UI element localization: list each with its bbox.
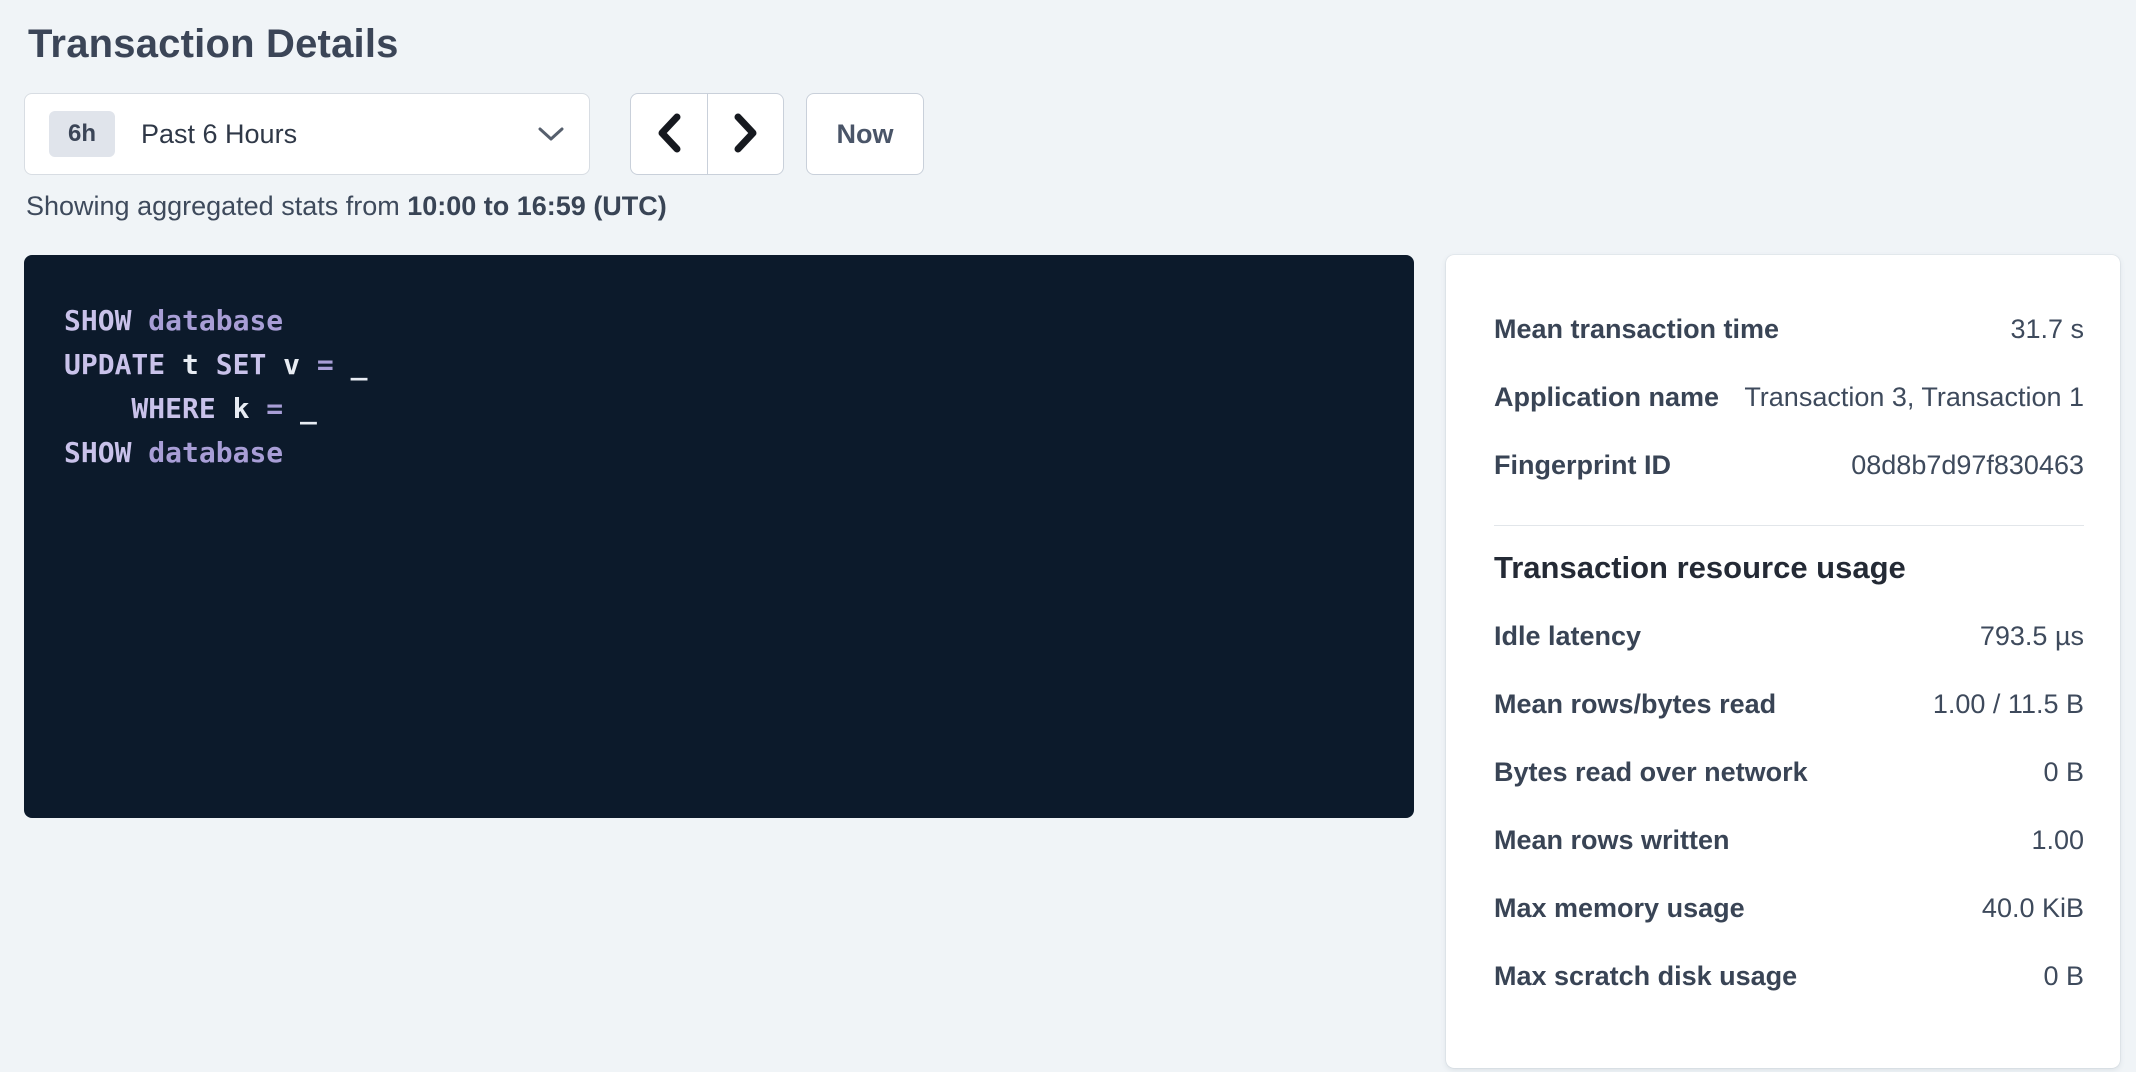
sql-line: UPDATE t SET v = _: [64, 348, 367, 381]
subtitle-time-range: 10:00 to 16:59 (UTC): [407, 191, 667, 221]
page-title: Transaction Details: [28, 22, 2118, 67]
summary-row: Max memory usage 40.0 KiB: [1494, 874, 2084, 942]
summary-row: Max scratch disk usage 0 B: [1494, 942, 2084, 1010]
sql-token: SET: [216, 348, 283, 381]
subtitle-prefix: Showing aggregated stats from: [26, 191, 407, 221]
summary-row: Idle latency 793.5 µs: [1494, 602, 2084, 670]
sql-line: SHOW database: [64, 304, 283, 337]
summary-row: Fingerprint ID 08d8b7d97f830463: [1494, 431, 2084, 499]
time-picker-row: 6h Past 6 Hours: [24, 93, 2118, 175]
time-range-label: Past 6 Hours: [141, 119, 537, 150]
summary-row-value: 31.7 s: [2010, 314, 2084, 345]
sql-token: database: [148, 436, 283, 469]
previous-timeframe-button[interactable]: [630, 93, 707, 175]
summary-row-value: 40.0 KiB: [1982, 893, 2084, 924]
sql-token: database: [148, 304, 283, 337]
transaction-details-page: Transaction Details 6h Past 6 Hours: [0, 0, 2136, 1068]
sql-token: _: [351, 348, 368, 381]
sql-token: SHOW: [64, 436, 148, 469]
summary-row-label: Fingerprint ID: [1494, 450, 1671, 481]
summary-row-label: Bytes read over network: [1494, 757, 1808, 788]
summary-row-value: 1.00 / 11.5 B: [1933, 689, 2084, 720]
sql-token: v: [283, 348, 317, 381]
summary-row-label: Max memory usage: [1494, 893, 1745, 924]
summary-row-value: 0 B: [2043, 961, 2084, 992]
summary-row-label: Mean transaction time: [1494, 314, 1779, 345]
summary-row-label: Mean rows written: [1494, 825, 1730, 856]
sql-token: k: [233, 392, 267, 425]
sql-token: =: [266, 392, 300, 425]
chevron-down-icon: [537, 125, 565, 143]
summary-row-label: Application name: [1494, 382, 1719, 413]
summary-row-label: Max scratch disk usage: [1494, 961, 1797, 992]
sql-token: UPDATE: [64, 348, 182, 381]
summary-row: Bytes read over network 0 B: [1494, 738, 2084, 806]
next-timeframe-button[interactable]: [707, 93, 784, 175]
transaction-summary-card: Mean transaction time 31.7 s Application…: [1446, 255, 2120, 1068]
summary-row-value: 793.5 µs: [1980, 621, 2084, 652]
summary-divider: [1494, 525, 2084, 526]
aggregated-stats-subtitle: Showing aggregated stats from 10:00 to 1…: [26, 191, 2118, 222]
sql-line: WHERE k = _: [64, 392, 317, 425]
chevron-right-icon: [731, 111, 761, 158]
summary-row-value: 0 B: [2043, 757, 2084, 788]
sql-token: SHOW: [64, 304, 148, 337]
summary-row: Mean rows/bytes read 1.00 / 11.5 B: [1494, 670, 2084, 738]
resource-usage-heading: Transaction resource usage: [1494, 550, 2084, 586]
summary-row: Mean rows written 1.00: [1494, 806, 2084, 874]
summary-row-label: Mean rows/bytes read: [1494, 689, 1776, 720]
time-nav-group: [630, 93, 784, 175]
sql-code: SHOW database UPDATE t SET v = _ WHERE k…: [64, 299, 1374, 475]
summary-row-label: Idle latency: [1494, 621, 1641, 652]
summary-row: Mean transaction time 31.7 s: [1494, 295, 2084, 363]
sql-statement-panel: SHOW database UPDATE t SET v = _ WHERE k…: [24, 255, 1414, 818]
sql-token: _: [300, 392, 317, 425]
summary-row: Application name Transaction 3, Transact…: [1494, 363, 2084, 431]
sql-token: WHERE: [64, 392, 233, 425]
summary-row-value: 08d8b7d97f830463: [1851, 450, 2084, 481]
now-button[interactable]: Now: [806, 93, 924, 175]
time-range-badge: 6h: [49, 111, 115, 157]
content-row: SHOW database UPDATE t SET v = _ WHERE k…: [24, 255, 2118, 1068]
sql-token: =: [317, 348, 351, 381]
sql-token: t: [182, 348, 216, 381]
sql-line: SHOW database: [64, 436, 283, 469]
summary-row-value: Transaction 3, Transaction 1: [1744, 382, 2084, 413]
summary-row-value: 1.00: [2031, 825, 2084, 856]
time-range-select[interactable]: 6h Past 6 Hours: [24, 93, 590, 175]
chevron-left-icon: [654, 111, 684, 158]
